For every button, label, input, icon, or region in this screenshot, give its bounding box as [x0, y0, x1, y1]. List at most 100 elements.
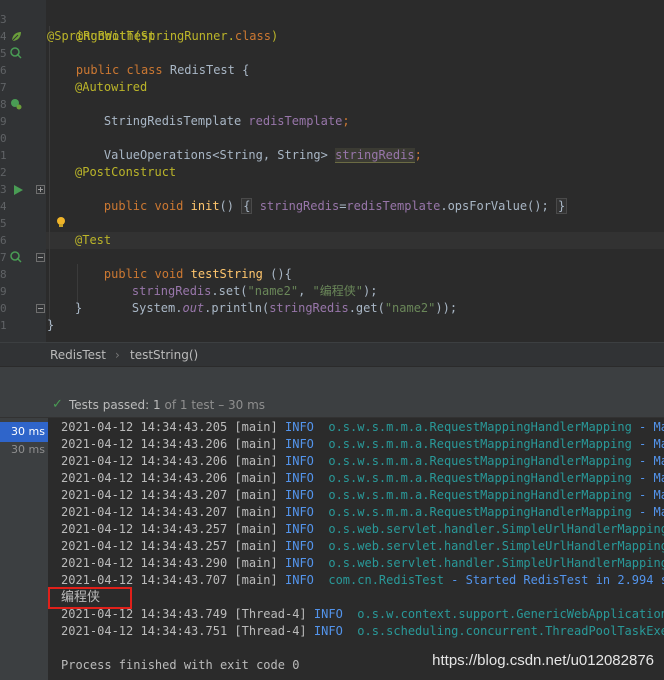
- breadcrumb-method[interactable]: testString(): [130, 348, 198, 362]
- code-token: ): [270, 29, 279, 43]
- log-line: 2021-04-12 14:34:43.207 [main] INFO o.s.…: [61, 504, 664, 521]
- string-literal: "name2": [384, 301, 436, 315]
- breadcrumb: RedisTest › testString(): [0, 342, 664, 367]
- log-class: o.s.w.context.support.GenericWebApplicat…: [357, 607, 664, 621]
- log-line: 2021-04-12 14:34:43.206 [main] INFO o.s.…: [61, 436, 664, 453]
- fold-brace[interactable]: {: [241, 198, 253, 214]
- field: redisTemplate: [346, 199, 441, 213]
- lightbulb-icon[interactable]: [55, 216, 67, 228]
- run-class-icon[interactable]: [10, 47, 22, 59]
- log-thread: [main]: [234, 454, 278, 468]
- autowired-bean-icon[interactable]: [10, 98, 22, 110]
- run-icon[interactable]: [12, 184, 24, 196]
- log-timestamp: 2021-04-12 14:34:43.206: [61, 471, 228, 485]
- log-thread: [main]: [234, 573, 278, 587]
- log-level: INFO: [285, 556, 314, 570]
- log-line: 2021-04-12 14:34:43.206 [main] INFO o.s.…: [61, 453, 664, 470]
- log-class: o.s.web.servlet.handler.SimpleUrlHandler…: [328, 522, 664, 536]
- log-thread: [main]: [234, 539, 278, 553]
- code-line: stringRedis.set("name2", "编程侠");: [103, 266, 378, 298]
- log-level: INFO: [313, 607, 343, 621]
- status-prefix: Tests passed:: [69, 398, 154, 412]
- log-line: 2021-04-12 14:34:43.205 [main] INFO o.s.…: [61, 419, 664, 436]
- log-thread: [main]: [234, 471, 278, 485]
- highlighted-field: stringRedis: [335, 148, 415, 163]
- log-message: - Mappe: [639, 488, 664, 502]
- log-level: INFO: [285, 522, 314, 536]
- code-line: @SpringBootTest: [47, 29, 156, 43]
- spring-leaf-icon[interactable]: [10, 31, 22, 43]
- status-time: – 30 ms: [214, 398, 266, 412]
- log-class: o.s.w.s.m.m.a.RequestMappingHandlerMappi…: [328, 488, 632, 502]
- panel-divider[interactable]: [0, 366, 664, 394]
- log-class: o.s.w.s.m.m.a.RequestMappingHandlerMappi…: [328, 437, 632, 451]
- line-number: 0: [0, 302, 6, 315]
- class-name: RedisTest {: [162, 63, 250, 77]
- status-total: of 1 test: [160, 398, 215, 412]
- code-token: (): [219, 199, 242, 213]
- line-number: 2: [0, 166, 6, 179]
- log-thread: [main]: [234, 420, 278, 434]
- line-number: 3: [0, 13, 6, 26]
- log-timestamp: 2021-04-12 14:34:43.290: [61, 556, 228, 570]
- log-thread: [Thread-4]: [234, 607, 307, 621]
- test-status-text: Tests passed: 1 of 1 test – 30 ms: [69, 398, 265, 412]
- log-level: INFO: [285, 573, 314, 587]
- test-tree-row[interactable]: 30 ms: [0, 440, 48, 460]
- code-line: @Autowired: [75, 80, 148, 94]
- editor-gutter: [0, 0, 46, 342]
- code-line: }: [47, 318, 55, 332]
- code-token: System.: [131, 301, 183, 315]
- keyword: public: [103, 199, 148, 213]
- log-line: 2021-04-12 14:34:43.290 [main] INFO o.s.…: [61, 555, 664, 572]
- keyword: class: [126, 63, 163, 77]
- fold-collapse-icon[interactable]: [36, 253, 45, 262]
- code-token: .println(: [204, 301, 270, 315]
- log-line: 2021-04-12 14:34:43.749 [Thread-4] INFO …: [61, 606, 664, 623]
- code-line: @RunWith(SpringRunner.class): [47, 11, 278, 43]
- log-timestamp: 2021-04-12 14:34:43.257: [61, 522, 228, 536]
- test-tree: 30 ms 30 ms: [0, 418, 49, 680]
- log-thread: [main]: [234, 556, 278, 570]
- line-number: 8: [0, 98, 6, 111]
- breadcrumb-separator: ›: [115, 348, 120, 362]
- log-class: o.s.web.servlet.handler.SimpleUrlHandler…: [328, 556, 664, 570]
- fold-end-icon[interactable]: [36, 304, 45, 313]
- status-passed-count: 1: [153, 398, 161, 412]
- log-timestamp: 2021-04-12 14:34:43.257: [61, 539, 228, 553]
- code-token: ;: [342, 114, 350, 128]
- log-class: o.s.w.s.m.m.a.RequestMappingHandlerMappi…: [328, 420, 632, 434]
- log-line: 2021-04-12 14:34:43.257 [main] INFO o.s.…: [61, 538, 664, 555]
- log-line: 2021-04-12 14:34:43.206 [main] INFO o.s.…: [61, 470, 664, 487]
- log-timestamp: 2021-04-12 14:34:43.205: [61, 420, 228, 434]
- log-thread: [main]: [234, 488, 278, 502]
- log-timestamp: 2021-04-12 14:34:43.207: [61, 488, 228, 502]
- field: stringRedis: [259, 199, 340, 213]
- log-class: o.s.w.s.m.m.a.RequestMappingHandlerMappi…: [328, 471, 632, 485]
- console-output[interactable]: 2021-04-12 14:34:43.205 [main] INFO o.s.…: [48, 418, 664, 680]
- code-line: System.out.println(stringRedis.get("name…: [103, 283, 457, 315]
- fold-brace[interactable]: }: [555, 198, 568, 214]
- code-token: ValueOperations<String, String>: [103, 148, 336, 162]
- line-number: 9: [0, 115, 6, 128]
- fold-expand-icon[interactable]: [36, 185, 45, 194]
- log-line: 2021-04-12 14:34:43.751 [Thread-4] INFO …: [61, 623, 664, 640]
- log-message: - Mappe: [639, 454, 664, 468]
- line-number: 4: [0, 200, 6, 213]
- test-tree-row[interactable]: 30 ms: [0, 422, 48, 442]
- log-thread: [main]: [234, 437, 278, 451]
- log-timestamp: 2021-04-12 14:34:43.206: [61, 437, 228, 451]
- log-line: 2021-04-12 14:34:43.257 [main] INFO o.s.…: [61, 521, 664, 538]
- code-line: public void testString (){: [75, 249, 292, 281]
- code-line: }: [75, 301, 83, 315]
- log-line: 2021-04-12 14:34:43.207 [main] INFO o.s.…: [61, 487, 664, 504]
- breadcrumb-class[interactable]: RedisTest: [50, 348, 106, 362]
- code-line: @Test: [75, 233, 112, 247]
- code-editor[interactable]: 3 4 5 6 7 8 9 0 1 2 3 4 5 6 7 8 9 0 1 @R…: [0, 0, 664, 342]
- log-timestamp: 2021-04-12 14:34:43.751: [61, 624, 228, 638]
- line-number: 5: [0, 217, 6, 230]
- console-output-text: 编程侠: [61, 590, 101, 605]
- run-test-icon[interactable]: [10, 251, 22, 263]
- code-token: .opsForValue();: [440, 199, 556, 213]
- log-message: - Mappe: [639, 437, 664, 451]
